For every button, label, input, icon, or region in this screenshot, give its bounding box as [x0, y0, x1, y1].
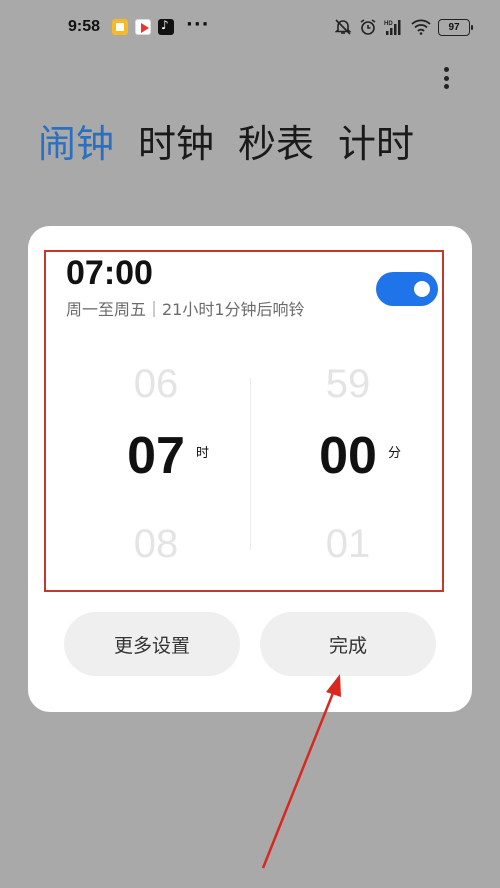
battery-icon: 97: [438, 18, 473, 36]
svg-text:HD: HD: [384, 21, 393, 27]
minute-next[interactable]: 01: [258, 522, 438, 567]
hour-prev[interactable]: 06: [66, 362, 246, 407]
wifi-icon: [411, 19, 431, 35]
tab-alarm[interactable]: 闹钟: [38, 120, 114, 168]
alarm-edit-dialog: 07:00 周一至周五｜21小时1分钟后响铃 06 07 时 08 59 00 …: [28, 226, 472, 712]
hour-unit: 时: [196, 446, 210, 461]
notification-app-icon: [112, 19, 128, 35]
toggle-knob: [414, 281, 430, 297]
more-settings-button[interactable]: 更多设置: [64, 612, 240, 676]
status-bar: 9:58 ··· HD 97: [0, 0, 500, 56]
alarm-toggle[interactable]: [376, 272, 438, 306]
picker-divider: [250, 378, 251, 550]
hd-signal-icon: HD: [384, 20, 401, 35]
battery-level: 97: [448, 21, 460, 33]
minute-prev[interactable]: 59: [258, 362, 438, 407]
status-time: 9:58: [68, 18, 101, 35]
hour-current: 07: [127, 427, 185, 485]
hour-picker[interactable]: 06 07 时 08: [66, 362, 246, 592]
alarm-clock-icon: [360, 19, 376, 35]
hour-next[interactable]: 08: [66, 522, 246, 567]
tab-timer[interactable]: 计时: [338, 120, 414, 168]
mute-icon: [334, 19, 352, 35]
clock-tabs: 闹钟 时钟 秒表 计时: [38, 120, 414, 168]
alarm-time: 07:00: [66, 254, 153, 292]
alarm-schedule: 周一至周五｜21小时1分钟后响铃: [66, 300, 305, 319]
minute-current: 00: [319, 427, 377, 485]
tab-stopwatch[interactable]: 秒表: [238, 120, 314, 168]
minute-unit: 分: [388, 446, 402, 461]
more-options-icon[interactable]: [436, 64, 456, 92]
minute-picker[interactable]: 59 00 分 01: [258, 362, 438, 592]
status-icons: HD 97: [334, 17, 473, 37]
tab-clock[interactable]: 时钟: [138, 120, 214, 168]
video-app-icon: [135, 19, 151, 35]
more-notifications-icon: ···: [186, 14, 210, 35]
highlight-box: 07:00 周一至周五｜21小时1分钟后响铃 06 07 时 08 59 00 …: [44, 250, 444, 592]
tiktok-icon: [158, 18, 174, 35]
done-button[interactable]: 完成: [260, 612, 436, 676]
